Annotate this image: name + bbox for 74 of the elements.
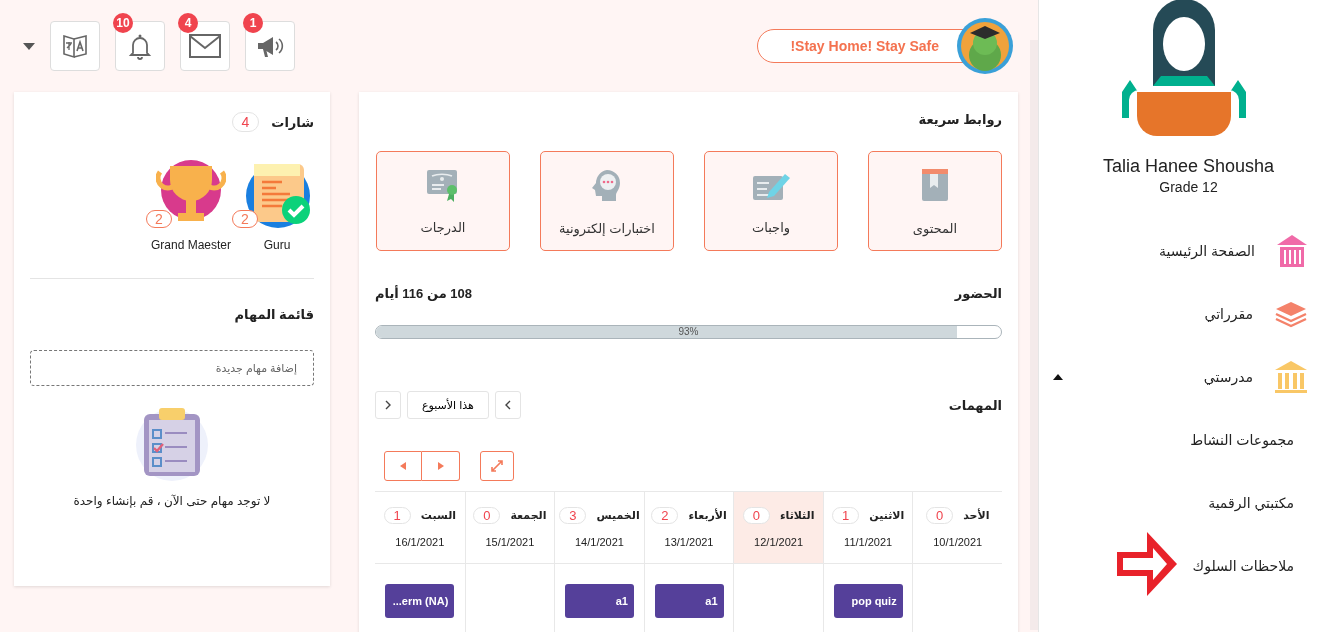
quick-link[interactable]: الدرجات: [376, 151, 510, 251]
section-title: المهمات: [948, 397, 1002, 413]
day-name: الخميس: [596, 509, 640, 522]
expand-button[interactable]: [480, 451, 514, 481]
section-title: روابط سريعة: [917, 112, 1002, 127]
day-date: 16/1/2021: [395, 536, 445, 548]
next-week-button[interactable]: [375, 391, 401, 419]
count-badge: 3: [559, 507, 587, 524]
books-icon: [1275, 299, 1307, 328]
user-name: Talia Hanee Shousha: [1102, 156, 1275, 177]
section-title: الحضور: [954, 286, 1002, 301]
school-building-icon: [1277, 234, 1307, 267]
nav-item[interactable]: مقرراتي: [1039, 282, 1337, 345]
columns-building-icon: [1275, 360, 1307, 393]
chevron-icon: [503, 400, 512, 410]
count-badge: 1: [383, 507, 411, 524]
task-chip[interactable]: a1: [654, 584, 724, 618]
count-badge: 4: [178, 13, 198, 33]
next-button[interactable]: [422, 451, 460, 481]
clipboard-icon: [135, 408, 209, 482]
quick-link[interactable]: واجبات: [704, 151, 838, 251]
day-date: 14/1/2021: [574, 536, 624, 548]
attendance-percent: 93%: [677, 326, 700, 338]
nav-item[interactable]: الصفحة الرئيسية: [1039, 219, 1337, 282]
count-badge: 2: [232, 210, 258, 228]
day-date: 10/1/2021: [933, 536, 983, 548]
count-badge: 2: [146, 210, 172, 228]
mascot-avatar: [956, 17, 1014, 75]
nav-item[interactable]: مدرستي: [1039, 345, 1337, 408]
count-badge: 0: [473, 507, 501, 524]
empty-message: لا توجد مهام حتى الآن ، قم بإنشاء واحدة: [72, 494, 272, 508]
badge-name: Guru: [263, 238, 291, 252]
badge-name: Grand Maester: [151, 238, 232, 252]
day-name: الأحد: [963, 509, 990, 522]
triangle-icon: [400, 462, 406, 470]
previous-week-button[interactable]: [494, 391, 521, 419]
triangle-icon: [437, 462, 444, 470]
chevron-icon: [384, 400, 392, 410]
day-name: الاثنين: [869, 509, 905, 522]
new-task-field[interactable]: إضافة مهام جديدة: [30, 350, 314, 386]
nav-subitem[interactable]: مكتبتي الرقمية: [1208, 494, 1294, 511]
day-date: 15/1/2021: [485, 536, 535, 548]
day-name: السبت: [420, 509, 457, 522]
translate-button[interactable]: [50, 21, 100, 71]
this-week-button[interactable]: هذا الأسبوع: [407, 391, 489, 419]
task-chip[interactable]: ...erm (NA): [385, 584, 455, 618]
task-chip[interactable]: pop quiz: [833, 584, 903, 618]
day-name: الجمعة: [510, 509, 547, 522]
section-title: شارات: [271, 114, 314, 130]
user-grade: Grade 12: [1159, 179, 1218, 195]
count-badge: 0: [926, 507, 954, 524]
previous-button[interactable]: [384, 451, 422, 481]
attendance-summary: 108 من 116 أيام: [375, 286, 473, 301]
section-title: قائمة المهام: [233, 307, 314, 322]
count-badge: 4: [231, 112, 260, 132]
caret-icon[interactable]: [23, 42, 35, 50]
day-name: الأربعاء: [688, 509, 727, 522]
quick-link[interactable]: المحتوى: [868, 151, 1002, 251]
quick-link[interactable]: اختبارات إلكترونية: [540, 151, 674, 251]
day-date: 11/1/2021: [844, 536, 893, 548]
scrollbar[interactable]: [1030, 40, 1038, 630]
nav-subitem[interactable]: ملاحظات السلوك: [1192, 557, 1294, 574]
mail-icon: [189, 34, 221, 58]
count-badge: 10: [113, 13, 133, 33]
count-badge: 1: [243, 13, 263, 33]
count-badge: 1: [832, 507, 860, 524]
count-badge: 0: [742, 507, 770, 524]
expand-icon: [490, 459, 504, 473]
nav-subitem[interactable]: مجموعات النشاط: [1190, 431, 1294, 448]
count-badge: 2: [651, 507, 679, 524]
task-chip[interactable]: a1: [564, 584, 634, 618]
day-date: 13/1/2021: [664, 536, 714, 548]
day-name: الثلاثاء: [779, 509, 815, 522]
day-date: 12/1/2021: [754, 536, 804, 548]
